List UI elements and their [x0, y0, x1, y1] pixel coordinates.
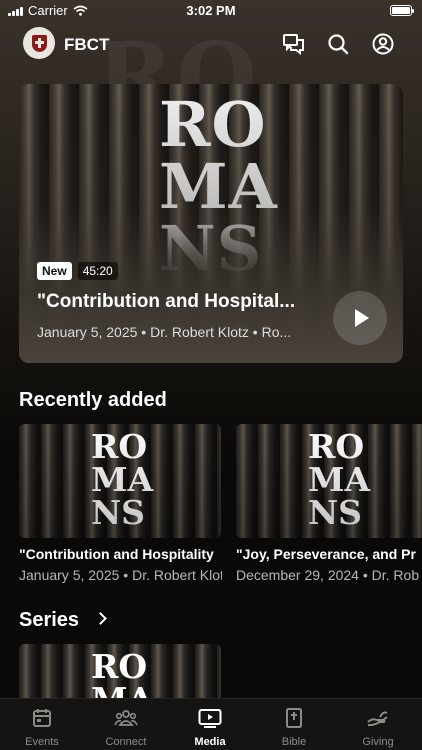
recently-added-heading: Recently added [19, 389, 167, 411]
play-button[interactable] [333, 291, 387, 345]
recent-item-title[interactable]: "Contribution and Hospitality [19, 546, 222, 562]
church-logo[interactable] [23, 27, 55, 59]
battery-icon [390, 5, 414, 16]
featured-meta: January 5, 2025 • Dr. Robert Klotz • Ro.… [37, 324, 292, 340]
featured-sermon-card[interactable]: RO MA NS New 45:20 "Contribution and Hos… [19, 84, 403, 363]
recent-item-meta: December 29, 2024 • Dr. Rob [236, 567, 420, 583]
bible-icon [286, 708, 302, 728]
app-name: FBCT [64, 35, 110, 54]
status-time: 3:02 PM [186, 3, 236, 18]
recent-item-title[interactable]: "Joy, Perseverance, and Pr [236, 546, 422, 562]
chevron-right-icon[interactable] [94, 612, 107, 625]
new-badge: New [37, 262, 72, 280]
play-icon [198, 709, 222, 728]
duration-badge: 45:20 [77, 262, 118, 280]
app-header: FBCT [0, 27, 422, 61]
tab-bar: Events Connect Media Bible Giving [0, 698, 422, 750]
status-bar: Carrier 3:02 PM [0, 0, 422, 22]
recent-item-thumbnail[interactable]: RO MA NS [236, 424, 422, 538]
giving-hand-icon [367, 711, 388, 727]
chat-icon[interactable] [281, 31, 307, 57]
tab-giving[interactable]: Giving [336, 699, 420, 750]
search-icon[interactable] [325, 31, 351, 57]
featured-title: "Contribution and Hospital... [37, 291, 296, 312]
play-icon [355, 309, 369, 327]
tab-events[interactable]: Events [0, 699, 84, 750]
series-item-thumbnail[interactable]: RO MA [19, 644, 221, 704]
tab-media[interactable]: Media [168, 699, 252, 750]
profile-icon[interactable] [370, 31, 396, 57]
series-artwork-text: RO MA [91, 647, 154, 704]
series-heading[interactable]: Series [19, 609, 79, 632]
calendar-icon [33, 709, 51, 727]
tab-bible[interactable]: Bible [252, 699, 336, 750]
recent-item-meta: January 5, 2025 • Dr. Robert Klotz [19, 567, 222, 583]
recent-item-thumbnail[interactable]: RO MA NS [19, 424, 221, 538]
people-icon [114, 710, 138, 726]
shield-icon [31, 34, 47, 52]
tab-connect[interactable]: Connect [84, 699, 168, 750]
